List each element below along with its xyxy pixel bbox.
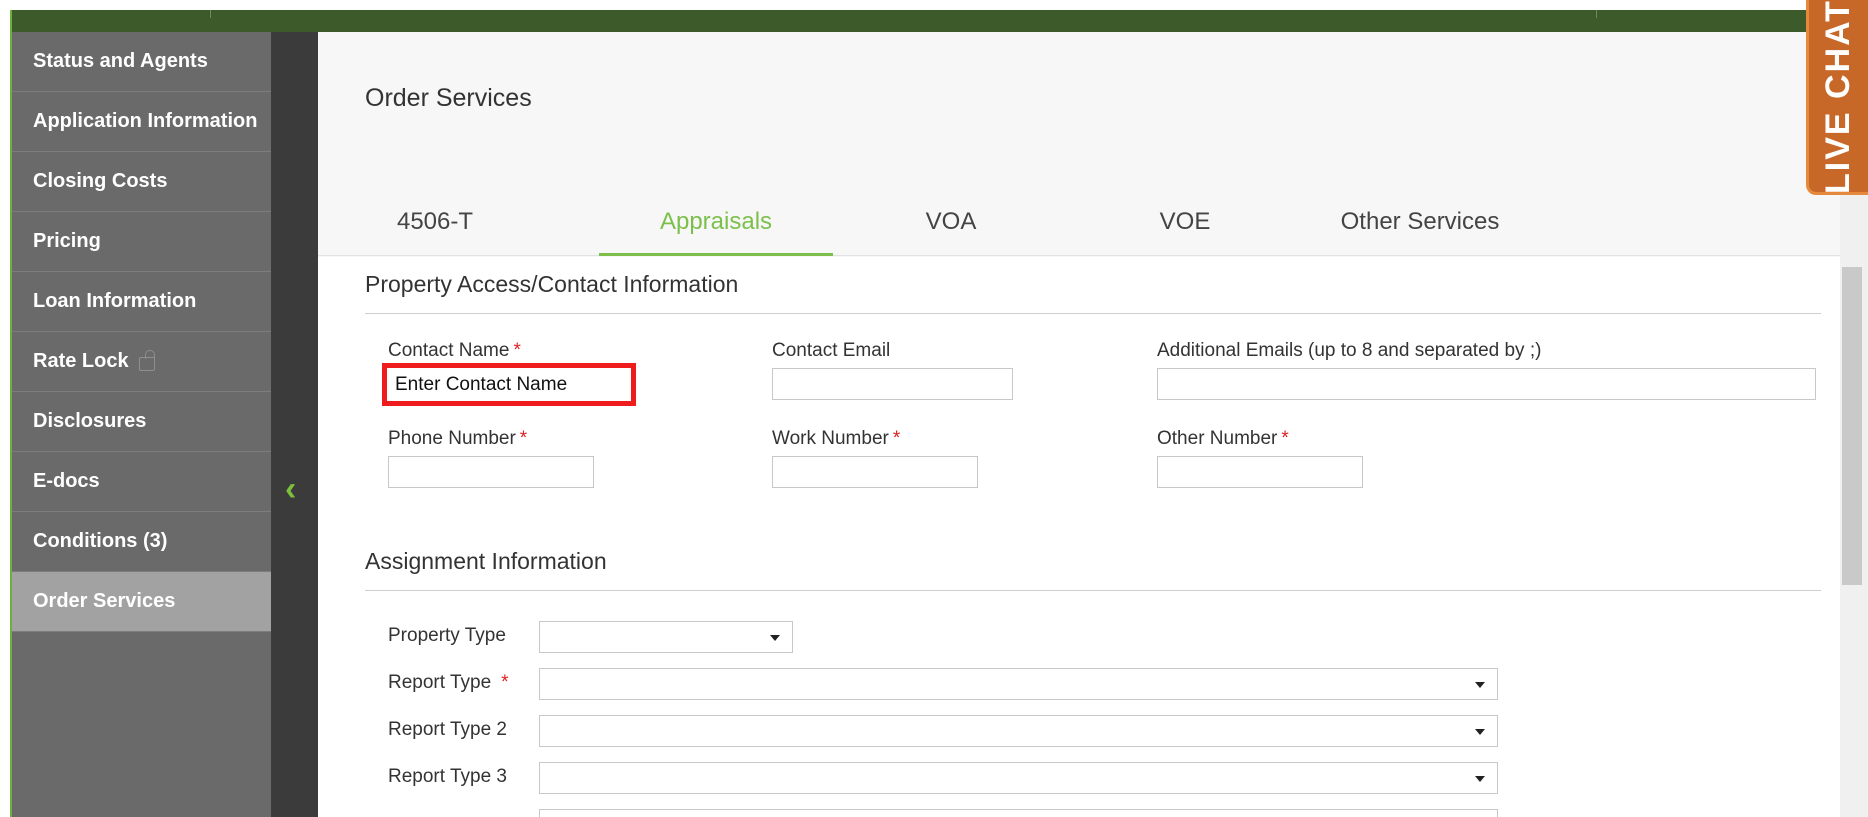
sidebar-item-label: Closing Costs <box>33 170 168 192</box>
tab-other-services[interactable]: Other Services <box>1303 172 1537 256</box>
tab-voe[interactable]: VOE <box>1068 172 1302 256</box>
report-type-2-select[interactable] <box>539 715 1498 747</box>
sidebar-item-pricing[interactable]: Pricing <box>12 212 271 272</box>
report-type-select[interactable] <box>539 668 1498 700</box>
main-panel: Order Services 4506-T Appraisals VOA VOE… <box>318 32 1840 817</box>
section-title-assignment: Assignment Information <box>365 548 607 574</box>
caret-down-icon <box>770 635 780 641</box>
tab-4506-t[interactable]: 4506-T <box>318 172 552 256</box>
sidebar: Status and Agents Application Informatio… <box>12 32 271 817</box>
phone-number-input[interactable] <box>388 456 594 488</box>
required-marker: * <box>892 428 901 449</box>
top-edge <box>0 0 1868 10</box>
property-type-select[interactable] <box>539 621 793 653</box>
report-type-3-select[interactable] <box>539 762 1498 794</box>
work-number-label: Work Number * <box>772 428 901 449</box>
sidebar-item-status-and-agents[interactable]: Status and Agents <box>12 32 271 92</box>
work-number-input[interactable] <box>772 456 978 488</box>
service-tabs: 4506-T Appraisals VOA VOE Other Services <box>318 172 1840 256</box>
scrollbar-thumb[interactable] <box>1842 267 1862 585</box>
top-navigation-bar <box>0 0 1868 32</box>
report-type-2-label: Report Type 2 <box>388 719 508 740</box>
unlock-icon <box>138 349 155 371</box>
other-number-label: Other Number * <box>1157 428 1289 449</box>
sidebar-item-label: E-docs <box>33 470 100 492</box>
live-chat-label: LIVE CHAT <box>1819 0 1857 194</box>
sidebar-item-label: Pricing <box>33 230 101 252</box>
report-type-3-label: Report Type 3 <box>388 766 508 787</box>
required-marker: * <box>501 672 509 693</box>
caret-down-icon <box>1475 682 1485 688</box>
sidebar-item-label: Conditions (3) <box>33 530 168 552</box>
sidebar-item-order-services[interactable]: Order Services <box>12 572 271 632</box>
sidebar-item-label: Status and Agents <box>33 50 208 72</box>
report-type-label: Report Type * <box>388 672 509 693</box>
required-marker: * <box>1281 428 1289 449</box>
page-title: Order Services <box>365 84 532 112</box>
sidebar-item-label: Loan Information <box>33 290 197 312</box>
sidebar-item-label: Order Services <box>33 590 176 612</box>
section-divider <box>365 590 1821 591</box>
required-marker: * <box>513 340 521 361</box>
topbar-divider <box>210 10 211 18</box>
contact-name-input[interactable] <box>382 363 636 406</box>
sidebar-item-label: Rate Lock <box>33 350 129 372</box>
phone-number-label: Phone Number * <box>388 428 528 449</box>
left-frame-border <box>0 10 12 817</box>
required-marker: * <box>519 428 528 449</box>
contact-name-label: Contact Name * <box>388 340 521 361</box>
live-chat-button[interactable]: LIVE CHAT <box>1806 0 1868 195</box>
sidebar-item-disclosures[interactable]: Disclosures <box>12 392 271 452</box>
appraisal-form: Property Access/Contact Information Cont… <box>318 257 1840 817</box>
sidebar-item-e-docs[interactable]: E-docs <box>12 452 271 512</box>
sidebar-item-label: Disclosures <box>33 410 147 432</box>
contact-email-label: Contact Email <box>772 340 891 361</box>
section-divider <box>365 313 1821 314</box>
additional-emails-input[interactable] <box>1157 368 1816 400</box>
caret-down-icon <box>1475 776 1485 782</box>
contact-email-input[interactable] <box>772 368 1013 400</box>
tab-voa[interactable]: VOA <box>834 172 1068 256</box>
topbar-divider <box>1596 10 1597 18</box>
tab-appraisals[interactable]: Appraisals <box>599 172 833 256</box>
sidebar-collapse-strip: ‹ <box>271 32 318 817</box>
sidebar-item-loan-information[interactable]: Loan Information <box>12 272 271 332</box>
report-type-4-select[interactable] <box>539 809 1498 817</box>
section-title-property-access: Property Access/Contact Information <box>365 271 739 297</box>
caret-down-icon <box>1475 729 1485 735</box>
additional-emails-label: Additional Emails (up to 8 and separated… <box>1157 340 1542 361</box>
sidebar-item-conditions[interactable]: Conditions (3) <box>12 512 271 572</box>
sidebar-item-label: Application Information <box>33 110 258 132</box>
sidebar-item-application-information[interactable]: Application Information <box>12 92 271 152</box>
sidebar-item-rate-lock[interactable]: Rate Lock <box>12 332 271 392</box>
other-number-input[interactable] <box>1157 456 1363 488</box>
chevron-left-icon[interactable]: ‹ <box>285 472 296 506</box>
property-type-label: Property Type <box>388 625 506 646</box>
sidebar-item-closing-costs[interactable]: Closing Costs <box>12 152 271 212</box>
